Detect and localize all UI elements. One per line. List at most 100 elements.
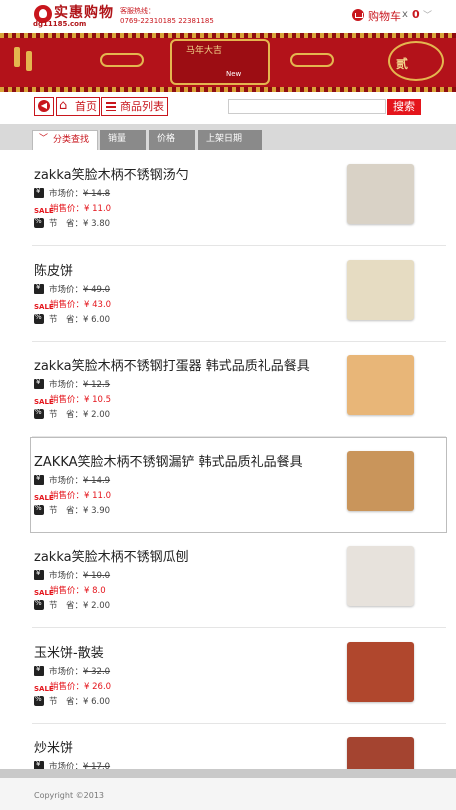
banner-border-top	[0, 33, 456, 38]
product-list: zakka笑脸木柄不锈钢汤勺 市场价：¥ 14.8 SALE销售价：¥ 11.0…	[0, 150, 456, 769]
product-image[interactable]	[347, 164, 414, 224]
save-value: ¥ 3.90	[83, 506, 111, 516]
market-price-row: 市场价：¥ 14.8	[34, 187, 110, 199]
chevron-down-icon[interactable]: ﹀	[423, 8, 432, 21]
product-list-button[interactable]: 商品列表	[101, 97, 168, 116]
banner-new-text: New	[226, 70, 242, 78]
sell-price-label: 销售价：	[50, 395, 85, 405]
list-item[interactable]: zakka笑脸木柄不锈钢打蛋器 韩式品质礼品餐具 市场价：¥ 12.5 SALE…	[0, 341, 456, 437]
bag-icon	[34, 665, 44, 676]
sell-price-value: ¥ 11.0	[84, 204, 112, 214]
market-price-value: ¥ 49.0	[83, 285, 111, 295]
home-button[interactable]: ⌂ 首页	[56, 97, 100, 116]
product-title[interactable]: zakka笑脸木柄不锈钢打蛋器 韩式品质礼品餐具	[34, 355, 310, 374]
market-price-value: ¥ 17.0	[83, 762, 111, 769]
market-price-value: ¥ 14.9	[83, 476, 111, 486]
cart-x: x	[402, 9, 408, 20]
bag-icon	[34, 378, 44, 389]
sale-icon: SALE	[34, 303, 54, 311]
tab-category[interactable]: ﹀ 分类查找	[32, 130, 98, 150]
bag-icon	[34, 569, 44, 580]
discount-icon	[34, 217, 44, 228]
promo-banner[interactable]: 马年大吉 New 贰	[0, 33, 456, 92]
list-item[interactable]: zakka笑脸木柄不锈钢汤勺 市场价：¥ 14.8 SALE销售价：¥ 11.0…	[0, 150, 456, 246]
search-input[interactable]	[228, 99, 386, 114]
product-image[interactable]	[347, 546, 414, 606]
cart-count: 0	[412, 8, 420, 21]
cart-button[interactable]: 购物车	[368, 8, 401, 24]
banner-right-text: 贰	[396, 57, 409, 71]
product-image[interactable]	[347, 642, 414, 702]
market-price-label: 市场价：	[49, 476, 84, 486]
tab-category-label: 分类查找	[53, 135, 90, 145]
discount-icon	[34, 599, 44, 610]
product-title[interactable]: 陈皮饼	[34, 260, 73, 279]
filter-bar: ﹀ 分类查找 销量 价格 上架日期	[0, 124, 456, 150]
horizontal-scrollbar[interactable]	[0, 769, 456, 778]
tab-date[interactable]: 上架日期	[198, 130, 262, 150]
search-button[interactable]: 搜索	[387, 99, 421, 115]
sell-price-row: SALE销售价：¥ 43.0	[34, 298, 111, 312]
sell-price-value: ¥ 26.0	[84, 682, 112, 692]
market-price-label: 市场价：	[49, 667, 84, 677]
market-price-value: ¥ 10.0	[83, 571, 111, 581]
home-icon: ⌂	[59, 98, 68, 113]
logo-url: dg11185.com	[33, 20, 87, 28]
sell-price-label: 销售价：	[50, 300, 85, 310]
sell-price-value: ¥ 8.0	[84, 586, 106, 596]
market-price-row: 市场价：¥ 12.5	[34, 378, 110, 390]
bag-icon	[34, 283, 44, 294]
product-image[interactable]	[347, 737, 414, 769]
save-row: 节 省：¥ 2.00	[34, 408, 110, 420]
sell-price-value: ¥ 11.0	[84, 491, 112, 501]
sell-price-row: SALE销售价：¥ 8.0	[34, 584, 106, 598]
save-value: ¥ 2.00	[83, 410, 111, 420]
product-title[interactable]: zakka笑脸木柄不锈钢瓜刨	[34, 546, 189, 565]
bag-icon	[34, 760, 44, 769]
product-image[interactable]	[347, 451, 414, 511]
market-price-row: 市场价：¥ 10.0	[34, 569, 110, 581]
discount-icon	[34, 313, 44, 324]
product-title[interactable]: 玉米饼-散装	[34, 642, 104, 661]
cloud-icon	[100, 53, 144, 67]
list-item[interactable]: ZAKKA笑脸木柄不锈钢漏铲 韩式品质礼品餐具 市场价：¥ 14.9 SALE销…	[30, 437, 447, 533]
discount-icon	[34, 504, 44, 515]
sell-price-row: SALE销售价：¥ 11.0	[34, 202, 111, 216]
market-price-label: 市场价：	[49, 380, 84, 390]
sale-icon: SALE	[34, 589, 54, 597]
sale-icon: SALE	[34, 398, 54, 406]
product-image[interactable]	[347, 260, 414, 320]
save-value: ¥ 6.00	[83, 697, 111, 707]
tab-sales[interactable]: 销量	[100, 130, 146, 150]
product-title[interactable]: zakka笑脸木柄不锈钢汤勺	[34, 164, 189, 183]
product-title[interactable]: 炒米饼	[34, 737, 73, 756]
list-item[interactable]: 陈皮饼 市场价：¥ 49.0 SALE销售价：¥ 43.0 节 省：¥ 6.00	[0, 246, 456, 342]
sale-icon: SALE	[34, 494, 54, 502]
list-item[interactable]: 炒米饼 市场价：¥ 17.0 SALE销售价： 节 省：	[0, 723, 456, 769]
sell-price-label: 销售价：	[50, 491, 85, 501]
product-title[interactable]: ZAKKA笑脸木柄不锈钢漏铲 韩式品质礼品餐具	[34, 451, 303, 470]
copyright-text: Copyright ©2013	[34, 791, 104, 800]
save-row: 节 省：¥ 2.00	[34, 599, 110, 611]
lantern-icon	[14, 47, 20, 67]
sale-icon: SALE	[34, 685, 54, 693]
market-price-label: 市场价：	[49, 285, 84, 295]
discount-icon	[34, 408, 44, 419]
save-value: ¥ 2.00	[83, 601, 111, 611]
list-icon	[106, 102, 116, 111]
logo-text[interactable]: 实惠购物	[54, 2, 114, 22]
tab-price[interactable]: 价格	[149, 130, 195, 150]
save-value: ¥ 6.00	[83, 315, 111, 325]
bag-icon	[34, 474, 44, 485]
list-item[interactable]: 玉米饼-散装 市场价：¥ 32.0 SALE销售价：¥ 26.0 节 省：¥ 6…	[0, 628, 456, 724]
product-image[interactable]	[347, 355, 414, 415]
save-label: 节 省：	[49, 697, 84, 707]
list-item[interactable]: zakka笑脸木柄不锈钢瓜刨 市场价：¥ 10.0 SALE销售价：¥ 8.0 …	[0, 532, 456, 628]
bag-icon	[34, 187, 44, 198]
cart-icon[interactable]	[352, 9, 364, 21]
back-button[interactable]: ◀	[34, 97, 54, 116]
nav-bar: ◀ ⌂ 首页 商品列表 搜索	[0, 92, 456, 120]
hotline-numbers: 0769-22310185 22381185	[120, 17, 214, 25]
market-price-row: 市场价：¥ 17.0	[34, 760, 110, 769]
save-label: 节 省：	[49, 410, 84, 420]
